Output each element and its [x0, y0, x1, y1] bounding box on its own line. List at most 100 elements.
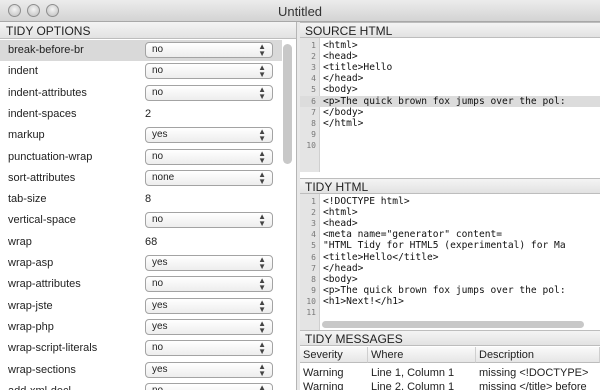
column-header-where[interactable]: Where: [368, 347, 476, 363]
message-cell[interactable]: missing </title> before: [479, 381, 599, 390]
message-cell[interactable]: Line 1, Column 1: [371, 367, 475, 379]
option-select-value: yes: [152, 363, 168, 375]
option-select-value: no: [152, 44, 164, 55]
code-line: 3 <title>Hello: [300, 62, 600, 73]
option-row[interactable]: wrap-sections yes ▲ ▼: [0, 360, 282, 381]
option-label: indent-spaces: [8, 107, 77, 120]
options-scrollbar[interactable]: [283, 44, 292, 164]
code-line: 10: [300, 140, 600, 151]
option-label: add-xml-decl: [8, 385, 71, 390]
code-line: 1 <html>: [300, 40, 600, 51]
source-html-panel: SOURCE HTML: [300, 22, 600, 38]
code-line: 9 <p>The quick brown fox jumps over the p…: [300, 285, 600, 296]
option-row[interactable]: markup yes ▲ ▼: [0, 125, 282, 146]
option-label: indent: [8, 65, 38, 78]
option-row[interactable]: indent no ▲ ▼: [0, 61, 282, 82]
option-select[interactable]: no ▲▼: [145, 382, 273, 390]
option-select[interactable]: yes ▲ ▼: [145, 361, 273, 378]
line-number: 4: [311, 74, 316, 84]
code-line: 9: [300, 129, 600, 140]
option-row[interactable]: punctuation-wrap no ▲ ▼: [0, 147, 282, 168]
option-select[interactable]: no ▲▼: [145, 63, 273, 80]
option-row[interactable]: sort-attributes none ▲ ▼: [0, 168, 282, 189]
line-number: 8: [311, 118, 316, 128]
message-cell[interactable]: Line 2, Column 1: [371, 381, 475, 390]
option-row[interactable]: break-before-br no ▲ ▼: [0, 40, 282, 62]
code-line: 4 </head>: [300, 73, 600, 84]
option-row[interactable]: wrap-php yes ▲ ▼: [0, 317, 282, 338]
option-select[interactable]: none ▲ ▼: [145, 169, 273, 186]
option-select[interactable]: yes ▲ ▼: [145, 127, 273, 144]
code-text: "HTML Tidy for HTML5 (experimental) for …: [323, 240, 566, 252]
column-header-severity[interactable]: Severity: [300, 347, 368, 363]
horizontal-scrollbar[interactable]: [322, 321, 584, 328]
updown-arrows-icon: ▲▼: [258, 84, 266, 101]
code-text: <meta name="generator" content=: [323, 229, 503, 241]
option-select[interactable]: no ▲▼: [145, 276, 273, 293]
source-html-editor[interactable]: 1 <html> 2 <head> 3 <title>Hello 4 </head> 5 <bod…: [300, 38, 600, 172]
option-row[interactable]: wrap-script-literals no ▲ ▼: [0, 338, 282, 359]
tidy-html-editor[interactable]: 1 <!DOCTYPE html> 2 <html> 3 <head> 4 <meta nam…: [300, 194, 600, 330]
code-line: 10 <h1>Next!</h1>: [300, 296, 600, 307]
message-cell[interactable]: Warning: [303, 367, 367, 379]
option-row[interactable]: wrap-attributes no ▲ ▼: [0, 274, 282, 295]
message-cell[interactable]: missing <!DOCTYPE>: [479, 367, 599, 379]
option-select[interactable]: no ▲▼: [145, 148, 273, 165]
option-label: wrap-sections: [8, 363, 76, 376]
option-select-value: no: [152, 278, 164, 290]
option-value-field[interactable]: 8: [145, 193, 151, 205]
line-number: 8: [311, 274, 316, 284]
code-line: 6 <title>Hello</title>: [300, 252, 600, 263]
window-title: Untitled: [277, 4, 323, 19]
option-select[interactable]: yes ▲ ▼: [145, 255, 273, 271]
option-label: vertical-space: [8, 214, 76, 227]
option-select-value: no: [152, 385, 163, 390]
option-select[interactable]: yes ▲ ▼: [145, 297, 273, 314]
option-select[interactable]: no ▲▼: [145, 84, 273, 101]
tidy-html-panel: TIDY HTML: [300, 178, 600, 194]
option-select-value: yes: [152, 299, 168, 311]
option-row[interactable]: indent-attributes no ▲ ▼: [0, 83, 282, 104]
source-html-header: SOURCE HTML: [300, 22, 600, 38]
code-line: 2 <html>: [300, 207, 600, 218]
option-select[interactable]: yes ▲ ▼: [145, 318, 273, 335]
option-label: wrap-attributes: [8, 278, 81, 291]
updown-arrows-icon: ▲▼: [258, 340, 266, 357]
code-text: <h1>Next!</h1>: [323, 295, 404, 307]
option-select-value: no: [152, 214, 164, 226]
option-row[interactable]: vertical-space no ▲ ▼: [0, 210, 282, 231]
option-label: wrap-script-literals: [8, 342, 98, 355]
option-value-field[interactable]: 68: [145, 236, 157, 248]
line-number: 6: [311, 252, 316, 262]
message-cell[interactable]: Warning: [303, 381, 367, 390]
option-row[interactable]: add-xml-decl no ▲▼: [0, 381, 282, 390]
option-label: wrap-asp: [8, 257, 54, 269]
line-number: 10: [306, 296, 316, 306]
option-row[interactable]: tab-size 8: [0, 189, 282, 210]
option-label: markup: [8, 129, 45, 142]
option-label: indent-attributes: [8, 86, 87, 99]
code-line: 7 </head>: [300, 263, 600, 274]
option-select-value: no: [152, 150, 164, 162]
option-row[interactable]: wrap-jste yes ▲ ▼: [0, 296, 282, 317]
title-bar: Untitled: [0, 0, 600, 22]
tidy-options-header: TIDY OPTIONS: [0, 22, 296, 39]
tidy-messages-header: TIDY MESSAGES: [300, 330, 600, 346]
code-text: <title>Hello</title>: [323, 251, 439, 263]
option-select[interactable]: no ▲▼: [145, 340, 273, 357]
option-select[interactable]: no ▲▼: [145, 42, 273, 58]
column-header-description[interactable]: Description: [476, 347, 600, 363]
line-number: 3: [311, 219, 316, 229]
code-text: </head>: [323, 73, 364, 85]
line-number: 7: [311, 263, 316, 273]
option-select[interactable]: no ▲▼: [145, 212, 273, 229]
option-row[interactable]: wrap 68: [0, 232, 282, 253]
code-text: <p>The quick brown fox jumps over the po…: [323, 95, 566, 107]
option-row[interactable]: wrap-asp yes ▲ ▼: [0, 253, 282, 274]
code-text: <body>: [323, 84, 358, 96]
option-value-field[interactable]: 2: [145, 108, 151, 120]
tidy-messages-panel: TIDY MESSAGES: [300, 330, 600, 346]
line-number: 5: [311, 241, 316, 251]
code-line: 1 <!DOCTYPE html>: [300, 196, 600, 207]
option-row[interactable]: indent-spaces 2: [0, 104, 282, 125]
